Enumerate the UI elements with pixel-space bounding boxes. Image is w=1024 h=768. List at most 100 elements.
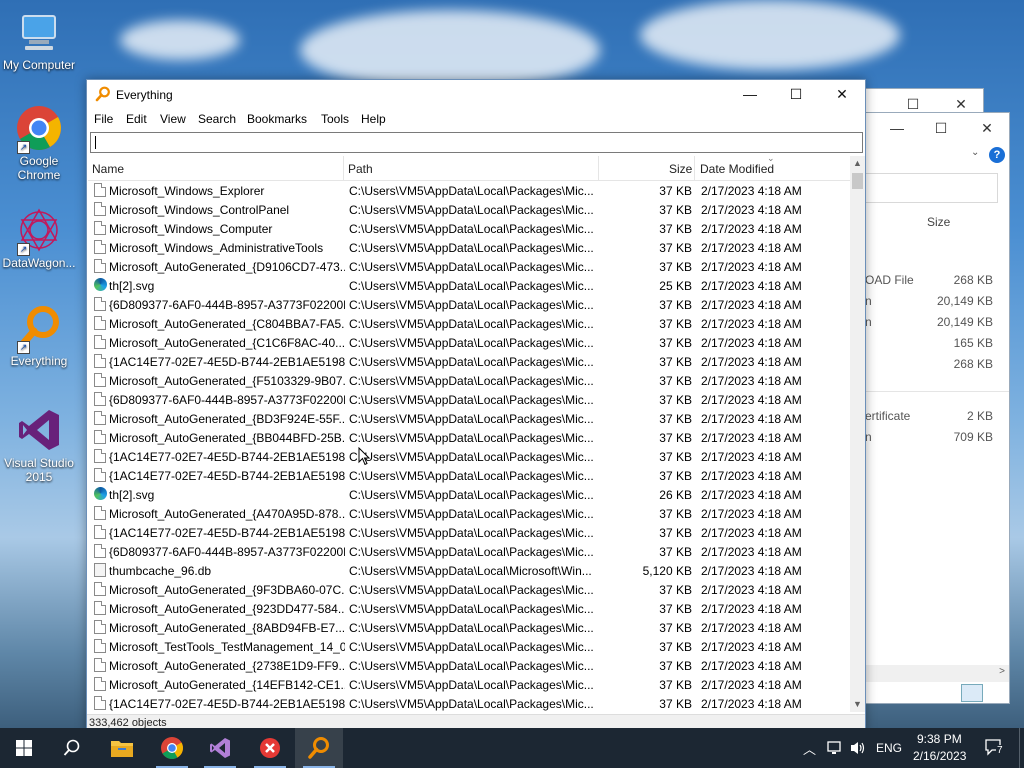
desktop-icon-visual-studio[interactable]: Visual Studio 2015 [0, 406, 78, 484]
desktop-icon-chrome[interactable]: ↗ Google Chrome [0, 104, 78, 182]
table-row[interactable]: Microsoft_AutoGenerated_{A470A95D-878...… [88, 504, 850, 523]
desktop-icon-everything[interactable]: ↗ Everything [0, 304, 78, 368]
details-view-icon[interactable] [961, 684, 983, 702]
notification-center-button[interactable]: 7 [984, 738, 1004, 756]
clock-time[interactable]: 9:38 PM [917, 732, 962, 746]
menu-edit[interactable]: Edit [126, 112, 147, 126]
table-row[interactable]: Microsoft_AutoGenerated_{BB044BFD-25B...… [88, 428, 850, 447]
table-row[interactable]: Microsoft_AutoGenerated_{9F3DBA60-07C...… [88, 580, 850, 599]
chevron-right-icon[interactable]: > [999, 666, 1005, 677]
table-row[interactable]: {1AC14E77-02E7-4E5D-B744-2EB1AE5198B... C… [88, 694, 850, 712]
results-list[interactable]: Name Path Size Date Modified ⌄ Microsoft… [88, 156, 850, 712]
table-row[interactable]: Microsoft_AutoGenerated_{2738E1D9-FF9...… [88, 656, 850, 675]
list-item[interactable]: n 20,149 KB [865, 294, 993, 314]
document-file-icon [94, 392, 106, 406]
minimize-icon[interactable]: — [887, 119, 907, 137]
table-row[interactable]: {6D809377-6AF0-444B-8957-A3773F02200E...… [88, 390, 850, 409]
search-input[interactable] [90, 132, 863, 153]
table-row[interactable]: Microsoft_AutoGenerated_{F5103329-9B07..… [88, 371, 850, 390]
table-row[interactable]: {6D809377-6AF0-444B-8957-A3773F02200E...… [88, 295, 850, 314]
table-row[interactable]: Microsoft_AutoGenerated_{BD3F924E-55F...… [88, 409, 850, 428]
table-row[interactable]: Microsoft_AutoGenerated_{8ABD94FB-E7... C… [88, 618, 850, 637]
show-desktop-button[interactable] [1019, 728, 1024, 768]
language-indicator[interactable]: ENG [876, 741, 902, 755]
taskbar-file-explorer[interactable] [98, 728, 146, 768]
scroll-up-icon[interactable]: ▲ [850, 156, 865, 171]
table-row[interactable]: Microsoft_AutoGenerated_{923DD477-584...… [88, 599, 850, 618]
volume-icon[interactable] [849, 740, 867, 756]
large-icons-view-icon[interactable] [987, 684, 1003, 700]
start-button[interactable] [0, 728, 48, 768]
menu-view[interactable]: View [160, 112, 186, 126]
table-row[interactable]: Microsoft_AutoGenerated_{D9106CD7-473...… [88, 257, 850, 276]
scroll-down-icon[interactable]: ▼ [850, 697, 865, 712]
table-row[interactable]: Microsoft_AutoGenerated_{C804BBA7-FA5...… [88, 314, 850, 333]
scroll-thumb[interactable] [852, 173, 863, 189]
taskbar-everything[interactable] [295, 728, 343, 768]
title-bar[interactable]: Everything — ☐ ✕ [87, 80, 865, 108]
table-row[interactable]: {1AC14E77-02E7-4E5D-B744-2EB1AE5198B... C… [88, 352, 850, 371]
menu-search[interactable]: Search [198, 112, 236, 126]
edge-file-icon [94, 278, 107, 291]
column-header-size[interactable]: Size [927, 215, 950, 229]
maximize-icon[interactable]: ☐ [931, 119, 951, 137]
list-item[interactable]: 268 KB [865, 357, 993, 377]
list-item[interactable]: n 709 KB [865, 430, 993, 450]
background-explorer-window[interactable]: — ☐ ✕ ⌄ ? Size OAD File 268 KB n 20,149 KB… [864, 112, 1010, 704]
column-divider[interactable] [694, 156, 695, 180]
taskbar-search-button[interactable] [48, 728, 96, 768]
table-row[interactable]: Microsoft_Windows_Computer C:\Users\VM5\A… [88, 219, 850, 238]
cell-name: {6D809377-6AF0-444B-8957-A3773F02200E... [109, 298, 345, 312]
table-row[interactable]: Microsoft_TestTools_TestManagement_14_0 C… [88, 637, 850, 656]
everything-window[interactable]: Everything — ☐ ✕ File Edit View Search B… [86, 79, 866, 733]
table-row[interactable]: Microsoft_AutoGenerated_{14EFB142-CE1...… [88, 675, 850, 694]
search-input[interactable] [865, 173, 998, 203]
column-divider[interactable] [598, 156, 599, 180]
menu-file[interactable]: File [94, 112, 113, 126]
table-row[interactable]: {1AC14E77-02E7-4E5D-B744-2EB1AE5198B... C… [88, 523, 850, 542]
column-divider[interactable] [343, 156, 344, 180]
vertical-scrollbar[interactable]: ▲ ▼ [850, 156, 865, 712]
cell-date-modified: 2/17/2023 4:18 AM [701, 317, 802, 331]
column-header-date-modified[interactable]: Date Modified [700, 162, 774, 176]
table-row[interactable]: th[2].svg C:\Users\VM5\AppData\Local\Pack… [88, 485, 850, 504]
maximize-button[interactable]: ☐ [773, 80, 819, 108]
taskbar-chrome[interactable] [148, 728, 196, 768]
table-row[interactable]: Microsoft_Windows_ControlPanel C:\Users\V… [88, 200, 850, 219]
list-item[interactable]: n 20,149 KB [865, 315, 993, 335]
clock-date[interactable]: 2/16/2023 [913, 749, 966, 763]
column-header-name[interactable]: Name [92, 162, 124, 176]
close-button[interactable]: ✕ [819, 80, 865, 108]
chevron-up-icon[interactable]: ︿ [803, 739, 816, 758]
help-icon[interactable]: ? [989, 147, 1005, 163]
cell-name: Microsoft_AutoGenerated_{A470A95D-878... [109, 507, 345, 521]
table-row[interactable]: Microsoft_Windows_AdministrativeTools C:\… [88, 238, 850, 257]
table-row[interactable]: {6D809377-6AF0-444B-8957-A3773F02200E...… [88, 542, 850, 561]
close-icon[interactable]: ✕ [977, 119, 997, 137]
table-row[interactable]: {1AC14E77-02E7-4E5D-B744-2EB1AE5198B... C… [88, 447, 850, 466]
list-item[interactable]: ertificate 2 KB [865, 409, 993, 429]
taskbar-xmind[interactable] [246, 728, 294, 768]
column-header-path[interactable]: Path [348, 162, 373, 176]
horizontal-scrollbar[interactable]: > [865, 665, 1009, 682]
menu-help[interactable]: Help [361, 112, 386, 126]
chevron-down-icon[interactable]: ⌄ [971, 147, 979, 158]
menu-tools[interactable]: Tools [321, 112, 349, 126]
maximize-icon[interactable]: ☐ [903, 95, 923, 113]
cell-size: 37 KB [659, 431, 692, 445]
table-row[interactable]: Microsoft_AutoGenerated_{C1C6F8AC-40... C… [88, 333, 850, 352]
desktop-icon-my-computer[interactable]: My Computer [0, 8, 78, 72]
column-header-size[interactable]: Size [669, 162, 692, 176]
taskbar-visual-studio[interactable] [196, 728, 244, 768]
minimize-button[interactable]: — [727, 80, 773, 108]
list-item[interactable]: 165 KB [865, 336, 993, 356]
table-row[interactable]: th[2].svg C:\Users\VM5\AppData\Local\Pack… [88, 276, 850, 295]
list-item[interactable]: OAD File 268 KB [865, 273, 993, 293]
menu-bookmarks[interactable]: Bookmarks [247, 112, 307, 126]
table-row[interactable]: {1AC14E77-02E7-4E5D-B744-2EB1AE5198B... C… [88, 466, 850, 485]
desktop-icon-datawagon[interactable]: ↗ DataWagon... [0, 206, 78, 270]
table-row[interactable]: thumbcache_96.db C:\Users\VM5\AppData\Loc… [88, 561, 850, 580]
table-row[interactable]: Microsoft_Windows_Explorer C:\Users\VM5\A… [88, 181, 850, 200]
network-icon[interactable] [826, 740, 844, 756]
close-icon[interactable]: ✕ [951, 95, 971, 113]
